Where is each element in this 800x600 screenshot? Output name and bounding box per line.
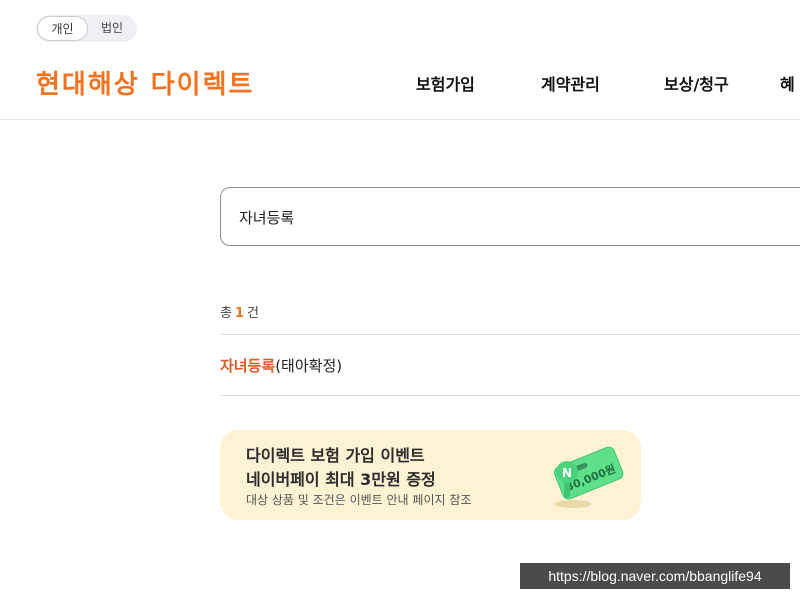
result-count: 총1건 [220,302,259,321]
brand-logo[interactable]: 현대해상 다이렉트 [36,64,254,101]
nav-item-claims[interactable]: 보상/청구 [664,71,729,95]
personal-tab[interactable]: 개인 [37,16,88,41]
nav-item-benefits[interactable]: 혜 [780,71,800,95]
banner-subtitle: 네이버페이 최대 3만원 증정 [246,470,436,489]
nav-item-insurance-signup[interactable]: 보험가입 [416,71,475,95]
nav-item-contract-management[interactable]: 계약관리 [541,71,600,95]
result-item-rest: (태아확정) [275,357,343,375]
result-item-highlight: 자녀등록 [220,357,276,375]
coupon-letter: N [562,466,572,480]
banner-title: 다이렉트 보험 가입 이벤트 [246,446,425,465]
result-item[interactable]: 자녀등록(태아확정) [220,355,342,376]
result-count-prefix: 총 [220,306,232,321]
result-count-suffix: 건 [247,306,259,321]
search-input[interactable] [239,206,779,228]
result-divider-top [220,334,800,335]
header-divider [0,119,800,120]
banner-note: 대상 상품 및 조건은 이벤트 안내 페이지 참조 [246,493,472,507]
event-banner[interactable]: 다이렉트 보험 가입 이벤트 네이버페이 최대 3만원 증정 대상 상품 및 조… [220,430,641,520]
result-divider-bottom [220,395,800,396]
corporate-tab[interactable]: 법인 [88,15,136,42]
search-box[interactable] [220,187,800,246]
blog-watermark: https://blog.naver.com/bbanglife94 [520,563,790,589]
naverpay-coupon-icon: 30,000원 N [553,446,624,508]
customer-type-toggle: 개인 법인 [36,15,137,42]
result-count-number: 1 [234,306,245,321]
